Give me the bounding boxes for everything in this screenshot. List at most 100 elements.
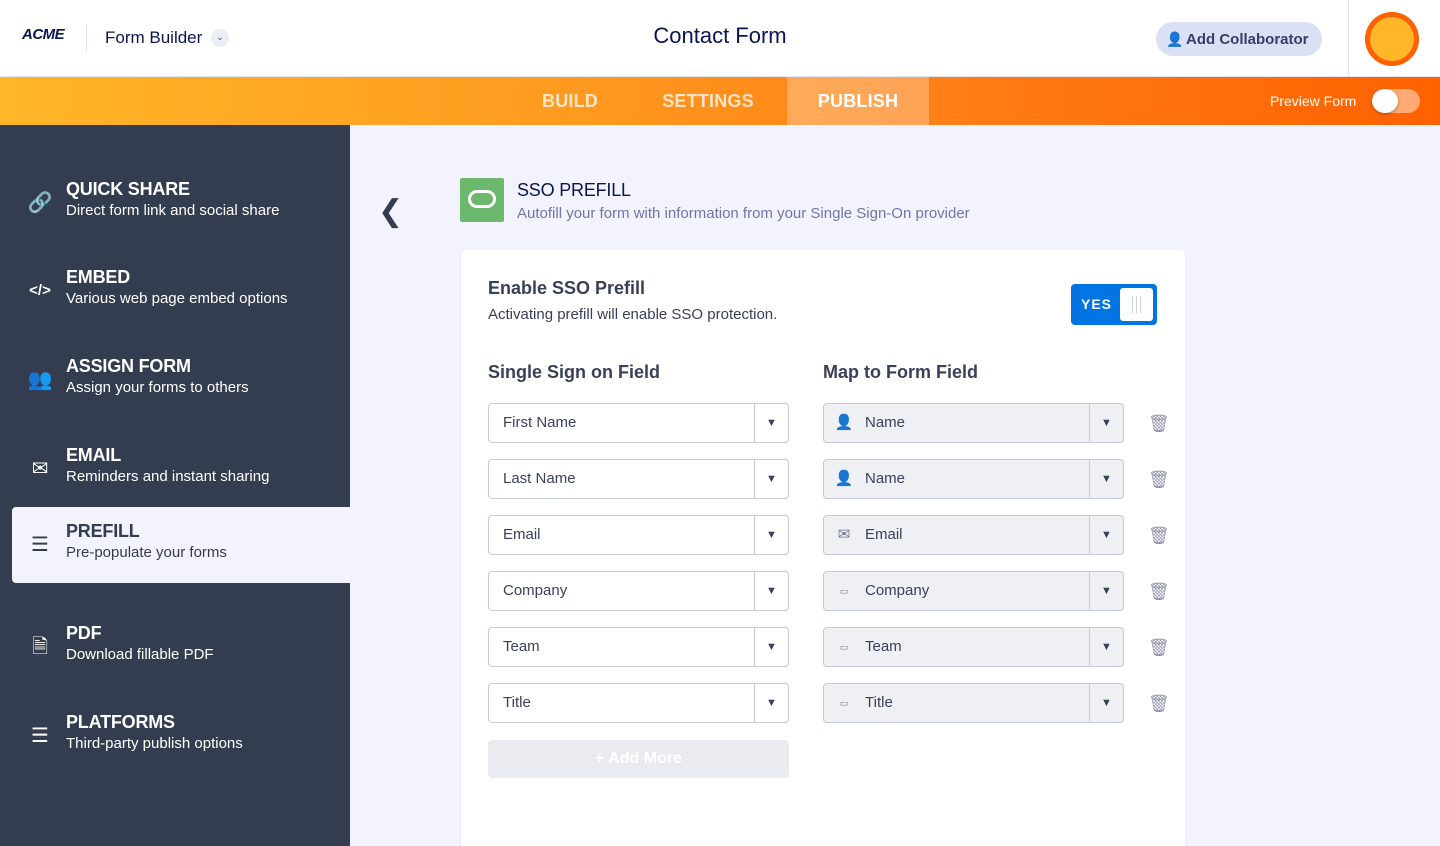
- add-user-icon: 👤: [1166, 31, 1184, 47]
- sidebar-item-subtitle: Assign your forms to others: [66, 379, 249, 396]
- caret-down-icon: ▼: [1089, 516, 1123, 554]
- select-value: Name: [865, 414, 906, 431]
- avatar[interactable]: [1365, 12, 1419, 66]
- caret-down-icon: ▼: [1089, 628, 1123, 666]
- add-collaborator-button[interactable]: 👤 Add Collaborator: [1156, 22, 1322, 56]
- form-field-select[interactable]: 👤 Name ▼: [823, 459, 1124, 499]
- preview-form-toggle[interactable]: [1372, 89, 1420, 113]
- envelope-icon: ✉: [31, 458, 49, 480]
- form-field-select[interactable]: ▭ Company ▼: [823, 571, 1124, 611]
- sidebar-item-platforms[interactable]: ☰ PLATFORMS Third-party publish options: [0, 698, 350, 774]
- layers-icon: ☰: [31, 725, 49, 747]
- sso-field-select[interactable]: Title ▼: [488, 683, 789, 723]
- link-icon: 🔗: [27, 192, 53, 214]
- cloud-key-icon: [460, 178, 504, 222]
- sidebar-item-subtitle: Reminders and instant sharing: [66, 468, 270, 485]
- sidebar-item-subtitle: Direct form link and social share: [66, 202, 280, 219]
- caret-down-icon: ▼: [1089, 460, 1123, 498]
- pdf-icon: 🗎: [31, 636, 49, 658]
- sidebar-item-title: PLATFORMS: [66, 712, 175, 732]
- enable-sso-title: Enable SSO Prefill: [488, 278, 646, 298]
- add-collaborator-label: Add Collaborator: [1186, 31, 1309, 48]
- sso-field-select[interactable]: First Name ▼: [488, 403, 789, 443]
- select-value: Name: [865, 470, 906, 487]
- tab-build[interactable]: BUILD: [520, 77, 620, 125]
- tab-settings[interactable]: SETTINGS: [640, 77, 776, 125]
- sidebar-item-title: PREFILL: [66, 521, 140, 541]
- select-value: Last Name: [503, 470, 576, 487]
- caret-down-icon: ▼: [754, 516, 788, 554]
- trash-icon[interactable]: 🗑: [1148, 637, 1170, 659]
- select-value: Team: [865, 638, 902, 655]
- sidebar-item-title: PDF: [66, 623, 102, 643]
- sso-field-select[interactable]: Company ▼: [488, 571, 789, 611]
- envelope-icon: ✉: [837, 526, 851, 543]
- sso-field-column-header: Single Sign on Field: [488, 362, 661, 382]
- sso-prefill-title: SSO PREFILL: [517, 180, 631, 200]
- textbox-icon: ▭: [839, 586, 849, 596]
- sidebar-item-subtitle: Various web page embed options: [66, 290, 288, 307]
- sidebar-item-subtitle: Pre-populate your forms: [66, 544, 227, 561]
- caret-down-icon: ▼: [1089, 684, 1123, 722]
- sidebar-item-quick-share[interactable]: 🔗 QUICK SHARE Direct form link and socia…: [0, 165, 350, 241]
- user-circle-icon: 👤: [834, 470, 854, 487]
- prefill-icon: ☰: [31, 534, 49, 556]
- form-field-select[interactable]: 👤 Name ▼: [823, 403, 1124, 443]
- caret-down-icon: ▼: [754, 460, 788, 498]
- sso-prefill-subtitle: Autofill your form with information from…: [517, 205, 970, 222]
- textbox-icon: ▭: [839, 642, 849, 652]
- tab-publish[interactable]: PUBLISH: [787, 77, 929, 125]
- code-icon: </>: [29, 282, 51, 299]
- toggle-knob: [1372, 89, 1398, 113]
- sidebar-item-subtitle: Download fillable PDF: [66, 646, 214, 663]
- cloud-shape: [468, 190, 496, 208]
- caret-down-icon: ▼: [1089, 572, 1123, 610]
- trash-icon[interactable]: 🗑: [1148, 581, 1170, 603]
- form-field-column-header: Map to Form Field: [823, 362, 978, 382]
- sidebar-item-title: EMBED: [66, 267, 131, 287]
- sidebar-item-title: ASSIGN FORM: [66, 356, 191, 376]
- select-value: Title: [865, 694, 893, 711]
- publish-sidebar: 🔗 QUICK SHARE Direct form link and socia…: [0, 125, 350, 846]
- form-field-select[interactable]: ▭ Title ▼: [823, 683, 1124, 723]
- select-value: Company: [865, 582, 930, 599]
- textbox-icon: ▭: [839, 698, 849, 708]
- trash-icon[interactable]: 🗑: [1148, 469, 1170, 491]
- sso-field-select[interactable]: Last Name ▼: [488, 459, 789, 499]
- select-value: Company: [503, 582, 568, 599]
- enable-sso-toggle[interactable]: YES: [1071, 284, 1157, 325]
- trash-icon[interactable]: 🗑: [1148, 413, 1170, 435]
- sso-field-select[interactable]: Email ▼: [488, 515, 789, 555]
- trash-icon[interactable]: 🗑: [1148, 693, 1170, 715]
- sso-field-select[interactable]: Team ▼: [488, 627, 789, 667]
- top-header: ACME Form Builder ⌄ Contact Form 👤 Add Co…: [0, 0, 1440, 77]
- caret-down-icon: ▼: [754, 684, 788, 722]
- form-field-select[interactable]: ✉ Email ▼: [823, 515, 1124, 555]
- enable-sso-subtitle: Activating prefill will enable SSO prote…: [488, 306, 778, 323]
- add-more-button[interactable]: + Add More: [488, 740, 789, 778]
- sidebar-item-assign-form[interactable]: 👥 ASSIGN FORM Assign your forms to other…: [0, 342, 350, 418]
- sidebar-item-title: EMAIL: [66, 445, 121, 465]
- toggle-knob: [1120, 288, 1153, 321]
- form-field-select[interactable]: ▭ Team ▼: [823, 627, 1124, 667]
- toggle-yes-label: YES: [1081, 296, 1113, 312]
- caret-down-icon: ▼: [754, 404, 788, 442]
- caret-down-icon: ▼: [754, 628, 788, 666]
- sidebar-item-prefill[interactable]: ☰ PREFILL Pre-populate your forms: [12, 507, 350, 583]
- user-circle-icon: 👤: [834, 414, 854, 431]
- sidebar-item-pdf[interactable]: 🗎 PDF Download fillable PDF: [0, 609, 350, 685]
- sidebar-item-embed[interactable]: </> EMBED Various web page embed options: [0, 253, 350, 329]
- back-arrow-icon[interactable]: ❮: [378, 194, 408, 230]
- caret-down-icon: ▼: [754, 572, 788, 610]
- grip-icon: [1132, 296, 1141, 313]
- users-icon: 👥: [27, 369, 53, 391]
- select-value: First Name: [503, 414, 577, 431]
- sidebar-item-email[interactable]: ✉ EMAIL Reminders and instant sharing: [0, 431, 350, 507]
- avatar-face: [1370, 17, 1414, 61]
- preview-form-label: Preview Form: [1270, 93, 1357, 109]
- avatar-divider: [1348, 0, 1349, 77]
- select-value: Team: [503, 638, 540, 655]
- trash-icon[interactable]: 🗑: [1148, 525, 1170, 547]
- select-value: Email: [865, 526, 903, 543]
- select-value: Title: [503, 694, 531, 711]
